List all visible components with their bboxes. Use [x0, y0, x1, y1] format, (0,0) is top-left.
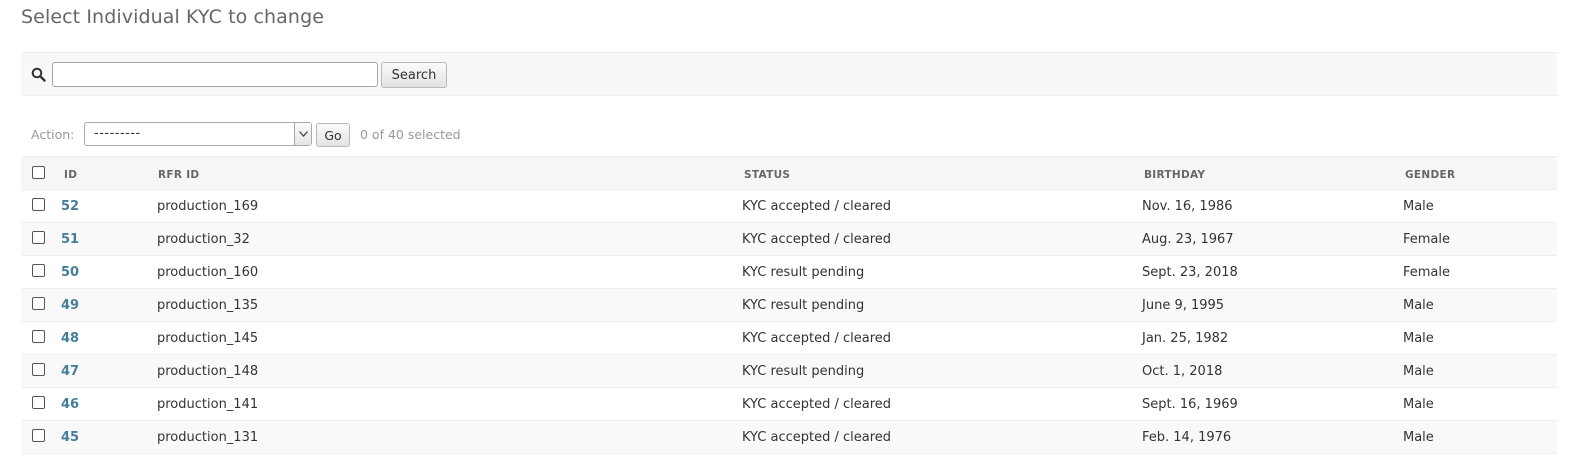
row-rfr-id: production_131 — [157, 430, 259, 445]
table-row: 50 production_160 KYC result pending Sep… — [21, 256, 1557, 289]
row-id-link[interactable]: 49 — [61, 298, 79, 313]
go-button[interactable]: Go — [316, 123, 350, 147]
row-rfr-id: production_135 — [157, 298, 259, 313]
page-title: Select Individual KYC to change — [21, 6, 325, 28]
row-id-link[interactable]: 48 — [61, 331, 79, 346]
row-id-link[interactable]: 51 — [61, 232, 79, 247]
column-header-rfr-id[interactable]: RFR ID — [158, 169, 199, 181]
row-gender: Female — [1403, 232, 1451, 247]
table-row: 45 production_131 KYC accepted / cleared… — [21, 421, 1557, 454]
row-status: KYC accepted / cleared — [742, 397, 892, 412]
row-birthday: Aug. 23, 1967 — [1142, 232, 1234, 247]
row-status: KYC accepted / cleared — [742, 331, 892, 346]
table-row: 49 production_135 KYC result pending Jun… — [21, 289, 1557, 322]
row-status: KYC result pending — [742, 298, 865, 313]
row-checkbox[interactable] — [32, 396, 45, 409]
row-gender: Male — [1403, 397, 1434, 412]
column-header-gender[interactable]: GENDER — [1405, 169, 1455, 181]
table-row: 51 production_32 KYC accepted / cleared … — [21, 223, 1557, 256]
row-birthday: June 9, 1995 — [1142, 298, 1225, 313]
row-birthday: Jan. 25, 1982 — [1142, 331, 1229, 346]
selection-counter: 0 of 40 selected — [360, 127, 461, 142]
table-row: 47 production_148 KYC result pending Oct… — [21, 355, 1557, 388]
search-button[interactable]: Search — [381, 62, 447, 88]
search-icon — [31, 67, 46, 82]
row-status: KYC accepted / cleared — [742, 199, 892, 214]
row-birthday: Nov. 16, 1986 — [1142, 199, 1233, 214]
row-id-link[interactable]: 52 — [61, 199, 79, 214]
row-gender: Male — [1403, 199, 1434, 214]
table-row: 52 production_169 KYC accepted / cleared… — [21, 190, 1557, 223]
row-gender: Male — [1403, 364, 1434, 379]
action-select-value: --------- — [94, 126, 141, 141]
row-gender: Male — [1403, 430, 1434, 445]
table-row: 46 production_141 KYC accepted / cleared… — [21, 388, 1557, 421]
row-id-link[interactable]: 50 — [61, 265, 79, 280]
row-checkbox[interactable] — [32, 198, 45, 211]
actions-bar: Action: --------- Go 0 of 40 selected — [21, 121, 621, 149]
column-header-birthday[interactable]: BIRTHDAY — [1144, 169, 1205, 181]
table-header: ID RFR ID STATUS BIRTHDAY GENDER — [21, 156, 1557, 190]
row-birthday: Oct. 1, 2018 — [1142, 364, 1223, 379]
row-checkbox[interactable] — [32, 429, 45, 442]
row-status: KYC result pending — [742, 265, 865, 280]
search-toolbar: Search — [21, 52, 1557, 96]
row-checkbox[interactable] — [32, 231, 45, 244]
row-rfr-id: production_32 — [157, 232, 250, 247]
row-id-link[interactable]: 47 — [61, 364, 79, 379]
row-checkbox[interactable] — [32, 297, 45, 310]
row-rfr-id: production_160 — [157, 265, 259, 280]
row-gender: Male — [1403, 298, 1434, 313]
row-rfr-id: production_141 — [157, 397, 259, 412]
row-birthday: Sept. 23, 2018 — [1142, 265, 1238, 280]
row-birthday: Feb. 14, 1976 — [1142, 430, 1232, 445]
row-status: KYC result pending — [742, 364, 865, 379]
row-checkbox[interactable] — [32, 264, 45, 277]
row-checkbox[interactable] — [32, 330, 45, 343]
column-header-status[interactable]: STATUS — [744, 169, 790, 181]
row-checkbox[interactable] — [32, 363, 45, 376]
row-id-link[interactable]: 46 — [61, 397, 79, 412]
row-rfr-id: production_148 — [157, 364, 259, 379]
search-input[interactable] — [52, 62, 378, 87]
row-id-link[interactable]: 45 — [61, 430, 79, 445]
row-birthday: Sept. 16, 1969 — [1142, 397, 1238, 412]
table-row: 48 production_145 KYC accepted / cleared… — [21, 322, 1557, 355]
column-header-id[interactable]: ID — [64, 169, 77, 181]
row-status: KYC accepted / cleared — [742, 232, 892, 247]
row-gender: Female — [1403, 265, 1451, 280]
action-select[interactable]: --------- — [84, 122, 312, 146]
row-rfr-id: production_145 — [157, 331, 259, 346]
select-all-checkbox[interactable] — [32, 166, 45, 179]
results-table: ID RFR ID STATUS BIRTHDAY GENDER 52 prod… — [21, 156, 1557, 454]
row-status: KYC accepted / cleared — [742, 430, 892, 445]
row-rfr-id: production_169 — [157, 199, 259, 214]
action-label: Action: — [31, 127, 75, 142]
row-gender: Male — [1403, 331, 1434, 346]
chevron-down-icon — [294, 123, 311, 145]
